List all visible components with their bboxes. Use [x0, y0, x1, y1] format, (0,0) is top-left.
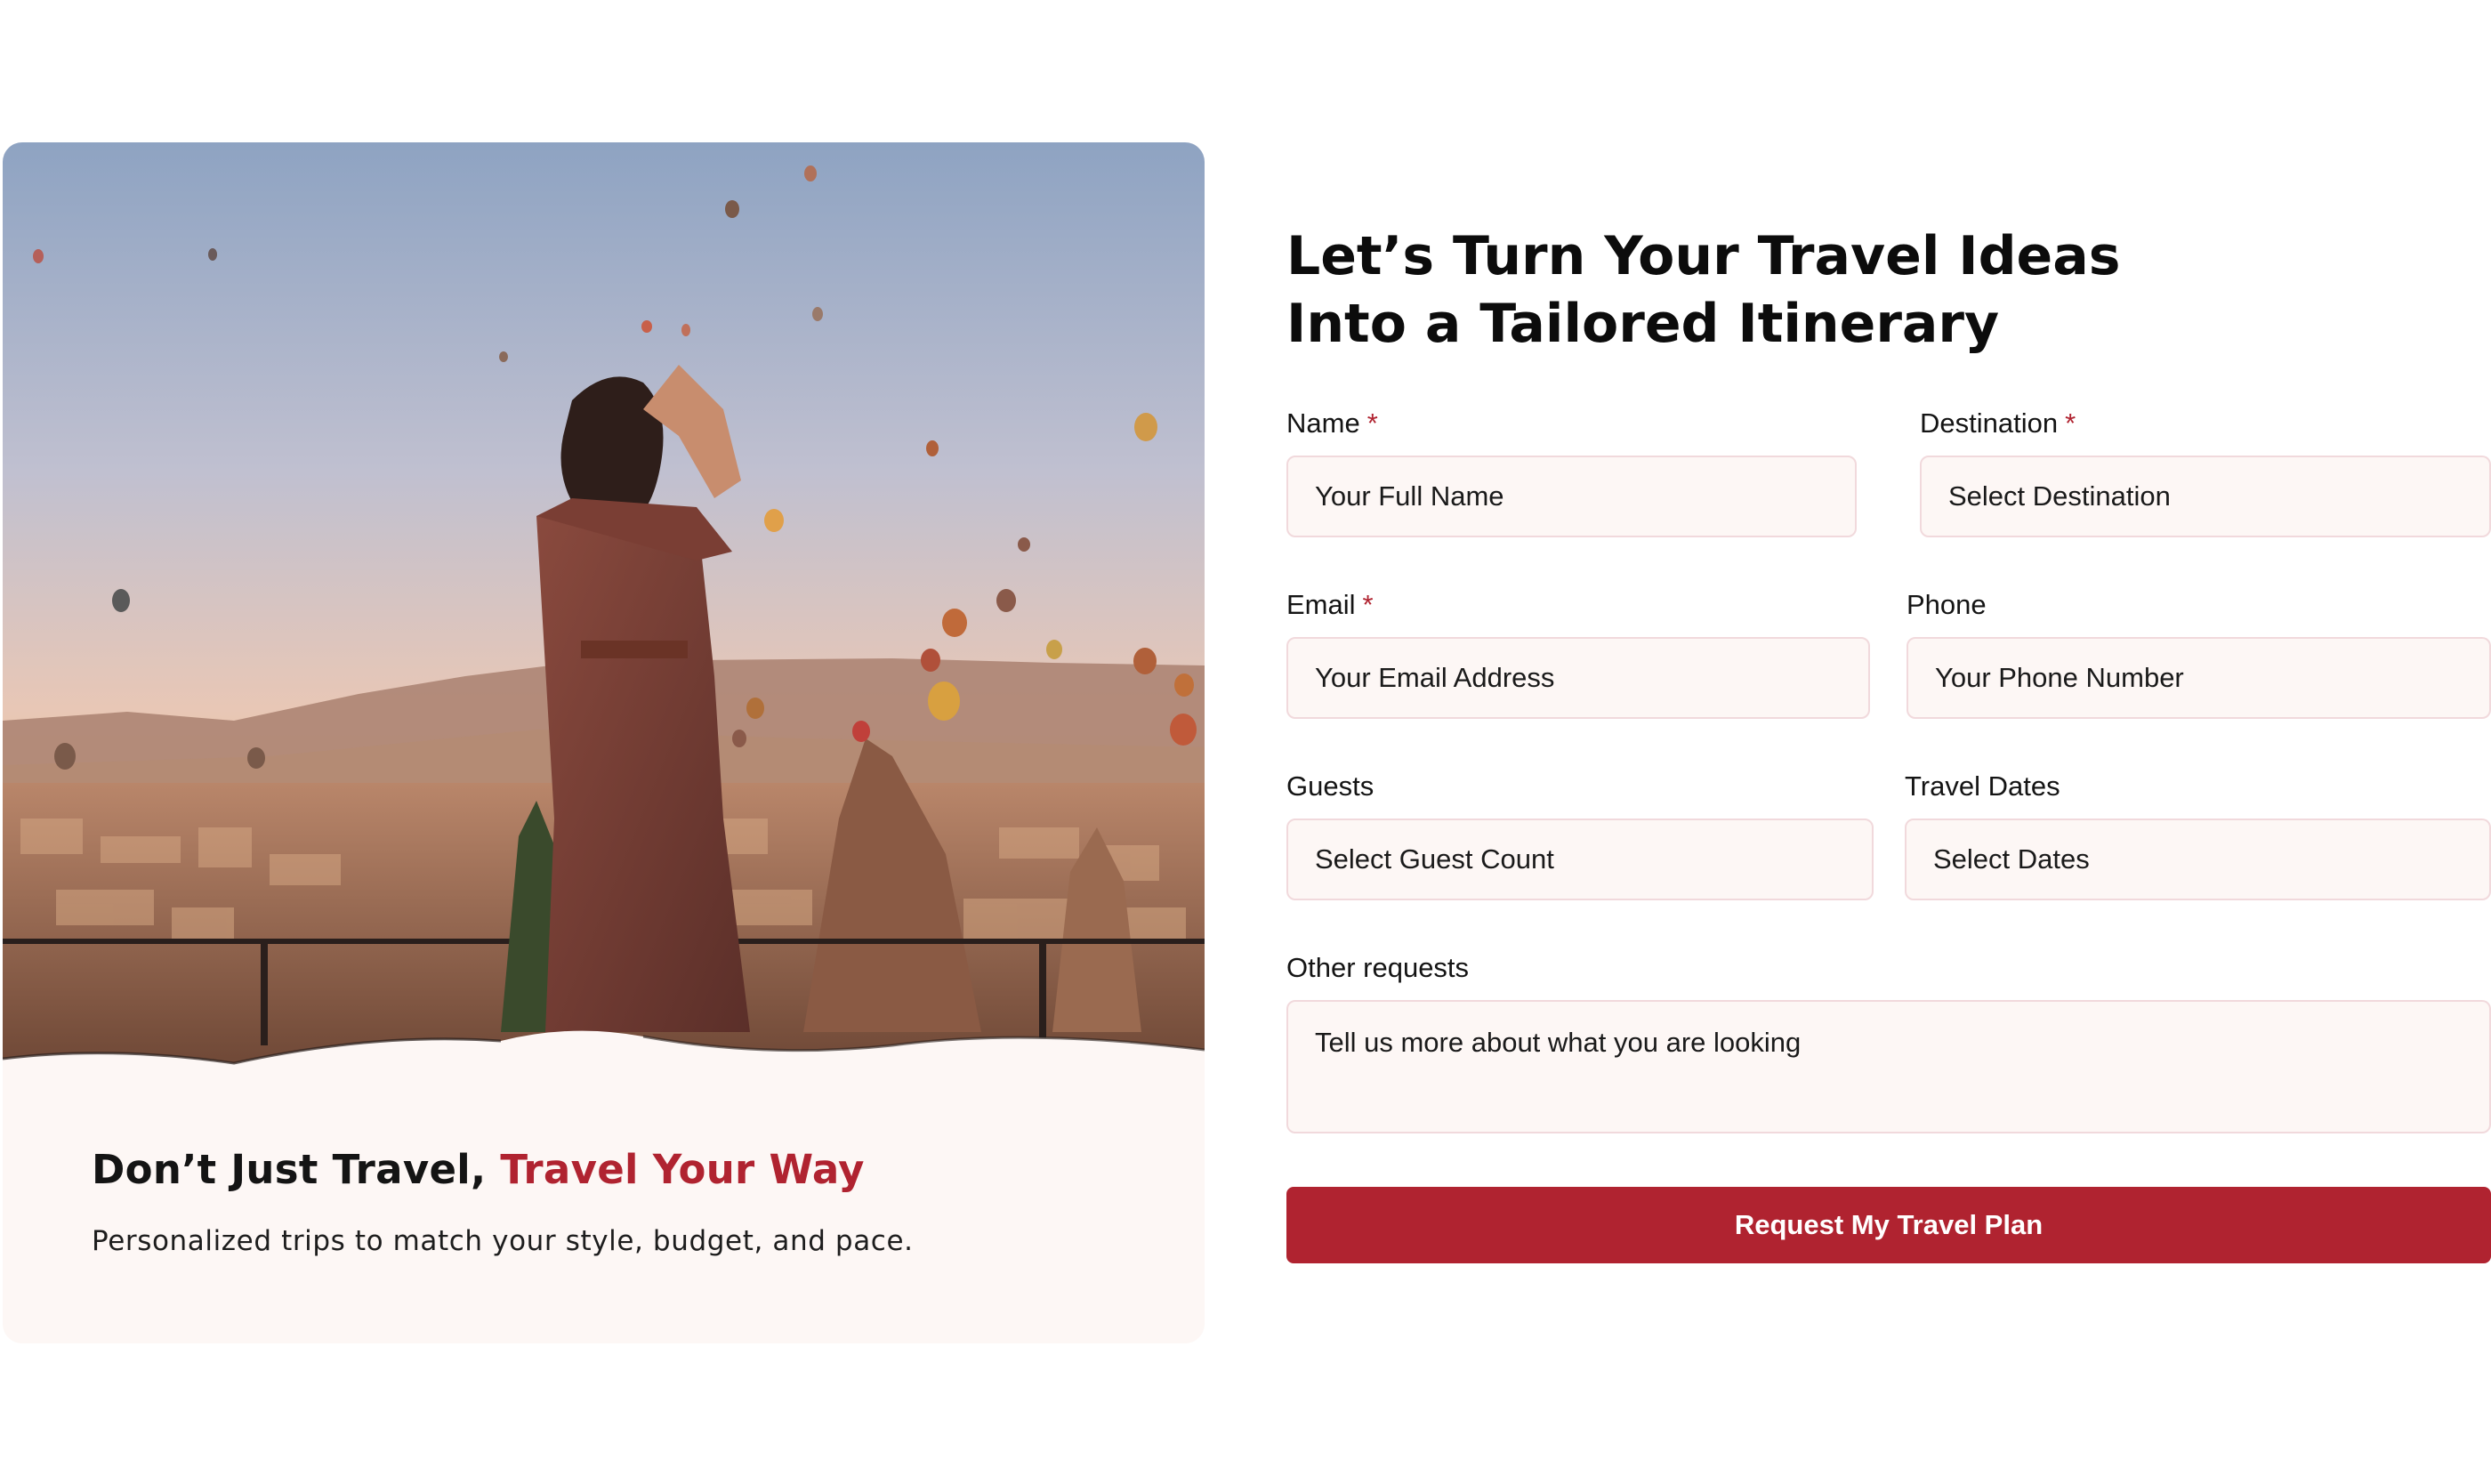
name-input[interactable]: Your Full Name [1286, 456, 1857, 537]
email-placeholder: Your Email Address [1315, 662, 1555, 693]
phone-input[interactable]: Your Phone Number [1907, 637, 2491, 719]
dates-picker[interactable]: Select Dates [1905, 819, 2491, 900]
promo-title: Don’t Just Travel, Travel Your Way [92, 1146, 1141, 1193]
destination-select[interactable]: Select Destination [1920, 456, 2491, 537]
requests-label: Other requests [1286, 952, 1470, 983]
dates-placeholder: Select Dates [1933, 843, 2090, 875]
promo-text: Don’t Just Travel, Travel Your Way Perso… [92, 1146, 1141, 1257]
promo-card: Don’t Just Travel, Travel Your Way Perso… [3, 142, 1205, 1343]
guests-select[interactable]: Select Guest Count [1286, 819, 1874, 900]
name-label: Name * [1286, 407, 1378, 439]
form-headline-line1: Let’s Turn Your Travel Ideas [1286, 225, 2121, 287]
email-label: Email * [1286, 589, 1374, 620]
form-headline: Let’s Turn Your Travel Ideas Into a Tail… [1286, 222, 2354, 358]
travel-photo [3, 142, 1205, 1085]
phone-label: Phone [1907, 589, 1987, 620]
guests-label: Guests [1286, 770, 1374, 802]
dates-label: Travel Dates [1905, 770, 2060, 802]
promo-subtitle: Personalized trips to match your style, … [92, 1225, 914, 1257]
name-placeholder: Your Full Name [1315, 480, 1504, 512]
form-headline-line2: Into a Tailored Itinerary [1286, 293, 2000, 355]
request-plan-button[interactable]: Request My Travel Plan [1286, 1187, 2491, 1263]
requests-textarea[interactable]: Tell us more about what you are looking [1286, 1000, 2491, 1133]
required-mark: * [1366, 407, 1378, 439]
destination-placeholder: Select Destination [1948, 480, 2171, 512]
destination-label: Destination * [1920, 407, 2076, 439]
requests-placeholder: Tell us more about what you are looking [1315, 1027, 1802, 1058]
guests-placeholder: Select Guest Count [1315, 843, 1554, 875]
phone-placeholder: Your Phone Number [1935, 662, 2184, 693]
promo-title-lead: Don’t Just Travel, [92, 1146, 501, 1193]
required-mark: * [2065, 407, 2076, 439]
required-mark: * [1362, 589, 1374, 620]
email-input[interactable]: Your Email Address [1286, 637, 1870, 719]
request-plan-button-label: Request My Travel Plan [1734, 1209, 2044, 1240]
promo-title-accent: Travel Your Way [500, 1146, 865, 1193]
